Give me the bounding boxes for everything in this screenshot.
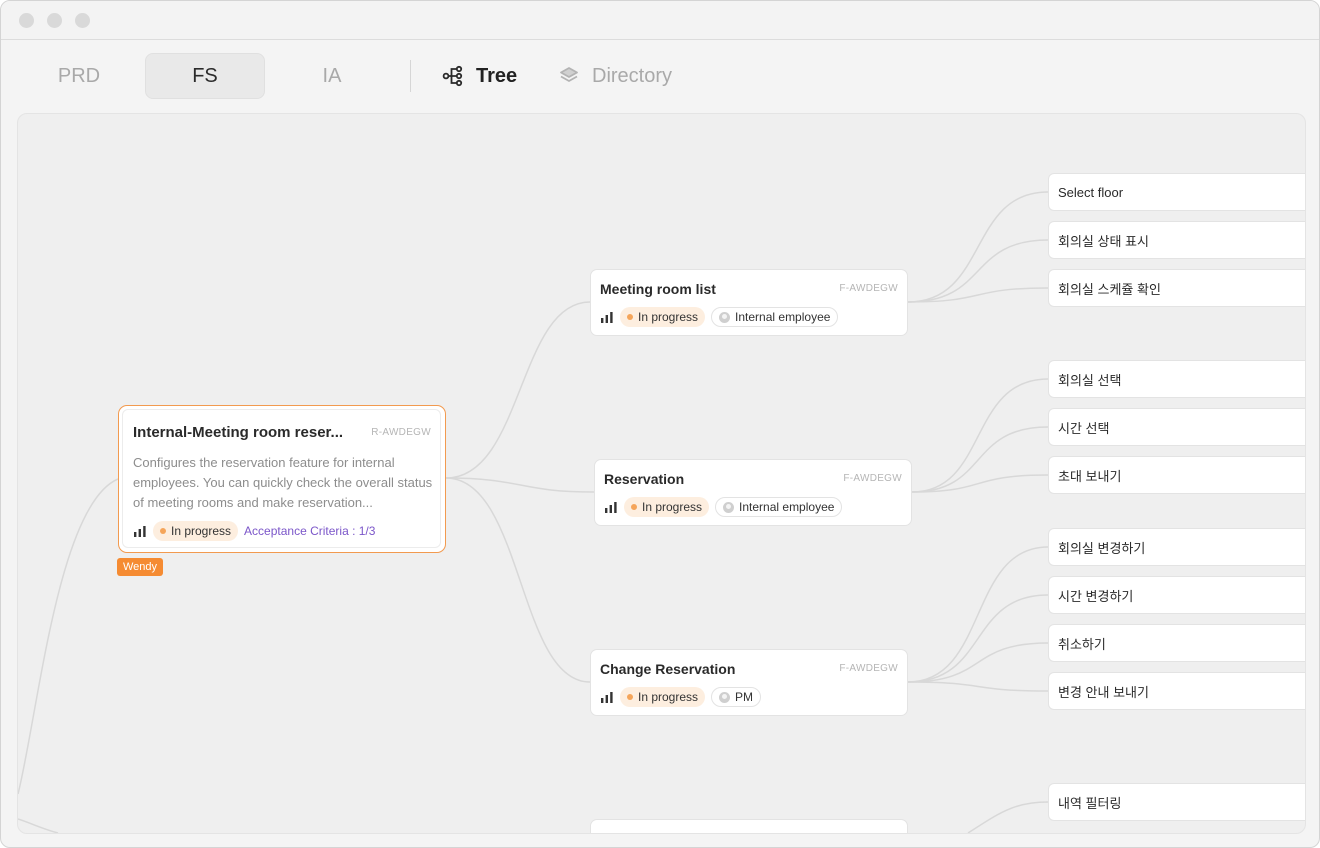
layers-icon <box>558 65 580 87</box>
status-badge: In progress <box>153 521 239 541</box>
feature-title: Reservation <box>604 471 685 487</box>
root-meta: In progress Acceptance Criteria : 1/3 <box>133 521 375 541</box>
tab-fs[interactable]: FS <box>145 53 265 99</box>
feature-code: F-AWDEGW <box>843 473 902 484</box>
leaf-node[interactable]: Select floor <box>1048 173 1305 211</box>
leaf-node[interactable]: 회의실 상태 표시 <box>1048 221 1305 259</box>
root-title: Internal-Meeting room reser... <box>133 424 344 441</box>
owner-label: Internal employee <box>739 500 835 514</box>
owner-label: Internal employee <box>735 310 831 324</box>
view-tree-label: Tree <box>476 64 518 87</box>
feature-meta: In progress Internal employee <box>600 307 839 327</box>
owner-badge: Internal employee <box>715 497 843 517</box>
status-label: In progress <box>642 500 703 514</box>
status-badge: In progress <box>620 307 706 327</box>
leaf-node[interactable]: 내역 필터링 <box>1048 783 1305 821</box>
tab-divider <box>410 60 411 92</box>
status-dot-icon <box>160 528 166 534</box>
root-code: R-AWDEGW <box>371 427 431 438</box>
assignee-tag: Wendy <box>117 558 164 576</box>
leaf-node[interactable]: 취소하기 <box>1048 624 1305 662</box>
leaf-node[interactable]: 시간 선택 <box>1048 408 1305 446</box>
feature-code: F-AWDEGW <box>839 663 898 674</box>
priority-icon <box>601 312 613 323</box>
view-tree-button[interactable]: Tree <box>442 53 517 99</box>
tree-icon <box>442 65 464 87</box>
feature-title: Change Reservation <box>600 661 736 677</box>
status-dot-icon <box>627 314 633 320</box>
tab-bar: PRD FS IA Tree Directory <box>1 40 1319 112</box>
root-requirement-card-body: Internal-Meeting room reser... R-AWDEGW … <box>122 409 441 548</box>
close-window-button[interactable] <box>19 13 34 28</box>
leaf-node[interactable]: 회의실 선택 <box>1048 360 1305 398</box>
root-description: Configures the reservation feature for i… <box>133 455 433 510</box>
owner-label: PM <box>735 690 754 704</box>
tab-ia[interactable]: IA <box>272 53 392 99</box>
leaf-node[interactable]: 변경 안내 보내기 <box>1048 672 1305 710</box>
acceptance-criteria-link[interactable]: Acceptance Criteria : 1/3 <box>244 524 375 538</box>
status-dot-icon <box>631 504 637 510</box>
owner-badge: PM <box>711 687 762 707</box>
priority-icon <box>601 692 613 703</box>
feature-card-change-reservation[interactable]: Change Reservation F-AWDEGW In progress … <box>590 649 908 716</box>
status-badge: In progress <box>620 687 706 707</box>
app-window: PRD FS IA Tree Directory Internal-Meetin… <box>0 0 1320 848</box>
feature-code: F-AWDEGW <box>839 283 898 294</box>
view-directory-button[interactable]: Directory <box>558 53 672 99</box>
feature-card-meeting-room-list[interactable]: Meeting room list F-AWDEGW In progress I… <box>590 269 908 336</box>
owner-badge: Internal employee <box>711 307 839 327</box>
user-avatar-icon <box>723 501 735 513</box>
status-label: In progress <box>171 524 232 538</box>
maximize-window-button[interactable] <box>75 13 90 28</box>
feature-meta: In progress Internal employee <box>604 497 843 517</box>
status-label: In progress <box>638 310 699 324</box>
feature-card-reservation[interactable]: Reservation F-AWDEGW In progress Interna… <box>594 459 912 526</box>
status-badge: In progress <box>624 497 710 517</box>
leaf-node[interactable]: 초대 보내기 <box>1048 456 1305 494</box>
feature-title: Meeting room list <box>600 281 716 297</box>
priority-icon <box>605 502 617 513</box>
leaf-node[interactable]: 시간 변경하기 <box>1048 576 1305 614</box>
leaf-node[interactable]: 회의실 변경하기 <box>1048 528 1305 566</box>
leaf-node[interactable]: 회의실 스케쥴 확인 <box>1048 269 1305 307</box>
title-bar <box>1 1 1319 40</box>
tab-prd[interactable]: PRD <box>19 53 139 99</box>
status-dot-icon <box>627 694 633 700</box>
feature-card-partial[interactable] <box>590 819 908 833</box>
feature-meta: In progress PM <box>600 687 762 707</box>
priority-icon <box>134 526 146 537</box>
user-avatar-icon <box>719 691 731 703</box>
status-label: In progress <box>638 690 699 704</box>
user-avatar-icon <box>719 311 731 323</box>
root-requirement-card[interactable]: Internal-Meeting room reser... R-AWDEGW … <box>118 405 446 553</box>
minimize-window-button[interactable] <box>47 13 62 28</box>
tree-canvas[interactable]: Internal-Meeting room reser... R-AWDEGW … <box>17 113 1306 834</box>
view-directory-label: Directory <box>592 64 673 87</box>
